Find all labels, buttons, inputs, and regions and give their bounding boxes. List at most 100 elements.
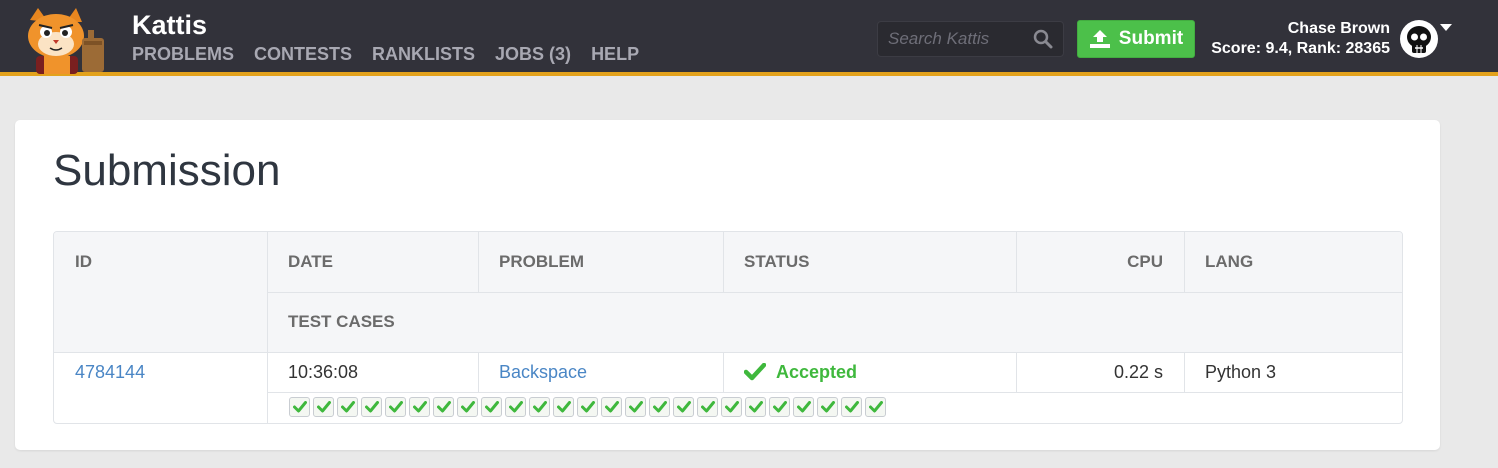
test-case-indicator[interactable] <box>553 397 574 417</box>
checkmark-icon <box>412 401 427 413</box>
test-cases-list <box>289 397 886 417</box>
user-info[interactable]: Chase Brown Score: 9.4, Rank: 28365 <box>1211 19 1390 59</box>
checkmark-icon <box>580 401 595 413</box>
checkmark-icon <box>436 401 451 413</box>
status-text: Accepted <box>776 361 858 382</box>
test-case-indicator[interactable] <box>649 397 670 417</box>
checkmark-icon <box>748 401 763 413</box>
nav-jobs[interactable]: JOBS (3) <box>495 44 571 65</box>
checkmark-icon <box>316 401 331 413</box>
checkmark-icon <box>652 401 667 413</box>
checkmark-icon <box>292 401 307 413</box>
checkmark-icon <box>460 401 475 413</box>
page-title: Submission <box>53 146 281 195</box>
row-divider <box>267 292 1402 293</box>
test-case-indicator[interactable] <box>385 397 406 417</box>
user-name: Chase Brown <box>1287 20 1390 37</box>
test-case-indicator[interactable] <box>433 397 454 417</box>
test-case-indicator[interactable] <box>673 397 694 417</box>
test-case-indicator[interactable] <box>697 397 718 417</box>
search-box <box>877 21 1064 57</box>
checkmark-icon <box>796 401 811 413</box>
main-nav: PROBLEMS CONTESTS RANKLISTS JOBS (3) HEL… <box>132 44 639 65</box>
test-case-indicator[interactable] <box>505 397 526 417</box>
test-case-indicator[interactable] <box>361 397 382 417</box>
checkmark-icon <box>700 401 715 413</box>
test-case-indicator[interactable] <box>337 397 358 417</box>
checkmark-icon <box>532 401 547 413</box>
language: Python 3 <box>1205 361 1277 382</box>
test-case-indicator[interactable] <box>769 397 790 417</box>
avatar[interactable] <box>1400 20 1438 58</box>
cpu-time: 0.22 s <box>1113 361 1163 382</box>
checkmark-icon <box>744 363 766 381</box>
row-divider <box>267 392 1402 393</box>
checkmark-icon <box>604 401 619 413</box>
search-icon[interactable] <box>1033 29 1053 49</box>
submission-date: 10:36:08 <box>288 361 359 382</box>
checkmark-icon <box>508 401 523 413</box>
status-badge: Accepted <box>744 352 857 392</box>
skull-avatar-icon <box>1407 26 1431 53</box>
caret-down-icon[interactable] <box>1440 24 1452 31</box>
col-divider <box>723 232 724 292</box>
problem-link[interactable]: Backspace <box>499 352 587 392</box>
test-case-indicator[interactable] <box>817 397 838 417</box>
test-case-indicator[interactable] <box>289 397 310 417</box>
th-cpu: CPU <box>1127 252 1163 271</box>
col-divider <box>1184 352 1185 392</box>
checkmark-icon <box>820 401 835 413</box>
th-date: DATE <box>288 252 334 271</box>
brand-link[interactable]: Kattis <box>132 10 207 41</box>
th-id: ID <box>75 252 92 271</box>
test-case-indicator[interactable] <box>601 397 622 417</box>
checkmark-icon <box>484 401 499 413</box>
submission-card: Submission ID DATE PROBLEM STATUS CPU LA… <box>15 120 1440 450</box>
checkmark-icon <box>628 401 643 413</box>
test-case-indicator[interactable] <box>409 397 430 417</box>
submission-table: ID DATE PROBLEM STATUS CPU LANG TEST CAS… <box>53 231 1403 424</box>
nav-ranklists[interactable]: RANKLISTS <box>372 44 475 65</box>
th-lang: LANG <box>1205 252 1254 271</box>
checkmark-icon <box>340 401 355 413</box>
checkmark-icon <box>364 401 379 413</box>
test-case-indicator[interactable] <box>313 397 334 417</box>
nav-problems[interactable]: PROBLEMS <box>132 44 234 65</box>
checkmark-icon <box>844 401 859 413</box>
test-case-indicator[interactable] <box>745 397 766 417</box>
checkmark-icon <box>724 401 739 413</box>
nav-help[interactable]: HELP <box>591 44 639 65</box>
submit-button[interactable]: Submit <box>1077 20 1195 58</box>
submit-label: Submit <box>1118 28 1184 49</box>
col-divider <box>267 232 268 423</box>
col-divider <box>478 352 479 392</box>
test-case-indicator[interactable] <box>865 397 886 417</box>
checkmark-icon <box>772 401 787 413</box>
row-divider <box>54 352 1402 353</box>
test-case-indicator[interactable] <box>721 397 742 417</box>
test-case-indicator[interactable] <box>481 397 502 417</box>
col-divider <box>723 352 724 392</box>
test-case-indicator[interactable] <box>529 397 550 417</box>
th-problem: PROBLEM <box>499 252 584 271</box>
user-stats: Score: 9.4, Rank: 28365 <box>1211 40 1390 57</box>
upload-icon <box>1089 30 1110 48</box>
test-case-indicator[interactable] <box>625 397 646 417</box>
search-input[interactable] <box>878 22 1028 56</box>
th-test-cases: TEST CASES <box>288 312 395 331</box>
top-navbar: Kattis PROBLEMS CONTESTS RANKLISTS JOBS … <box>0 0 1498 76</box>
checkmark-icon <box>388 401 403 413</box>
submission-id-link[interactable]: 4784144 <box>75 352 145 392</box>
checkmark-icon <box>556 401 571 413</box>
col-divider <box>1184 232 1185 292</box>
test-case-indicator[interactable] <box>577 397 598 417</box>
test-case-indicator[interactable] <box>841 397 862 417</box>
nav-contests[interactable]: CONTESTS <box>254 44 352 65</box>
test-case-indicator[interactable] <box>457 397 478 417</box>
col-divider <box>478 232 479 292</box>
checkmark-icon <box>676 401 691 413</box>
checkmark-icon <box>868 401 883 413</box>
th-status: STATUS <box>744 252 810 271</box>
kattis-cat-logo[interactable] <box>18 8 116 74</box>
test-case-indicator[interactable] <box>793 397 814 417</box>
